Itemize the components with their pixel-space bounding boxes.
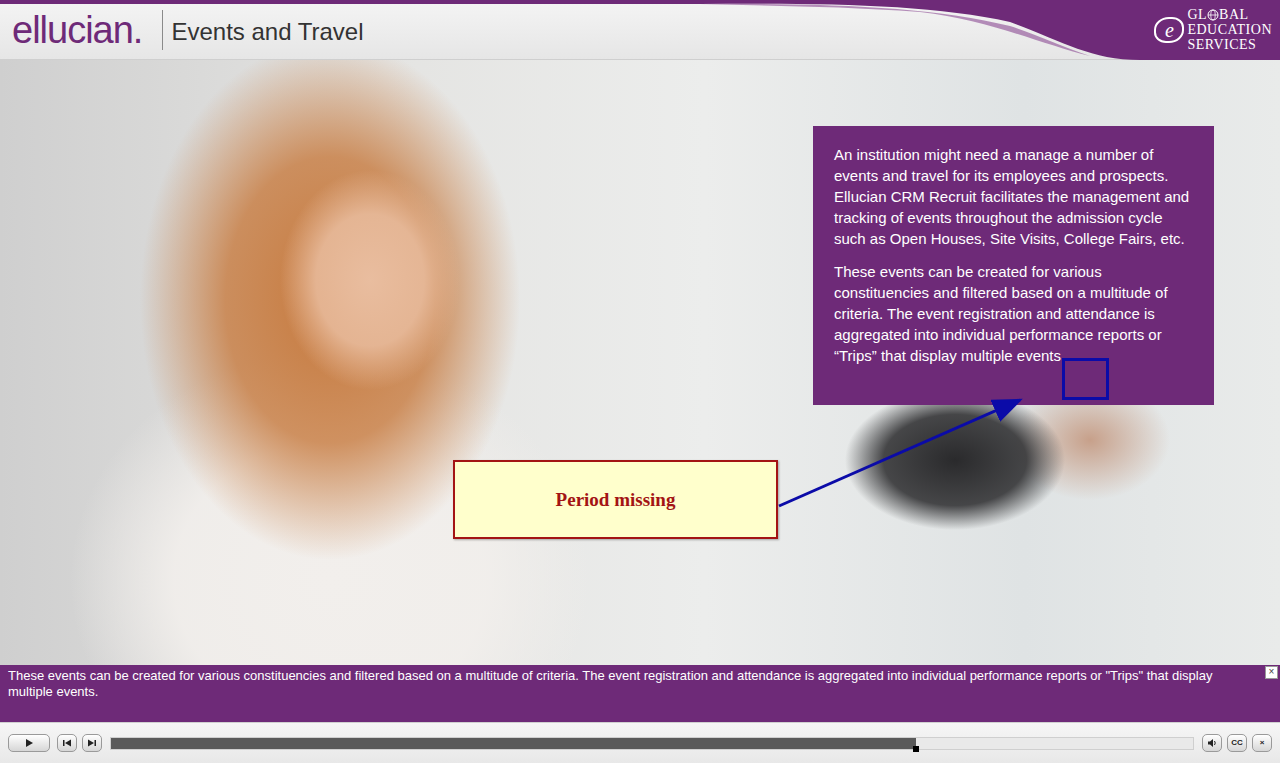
progress-track[interactable] (110, 737, 1194, 750)
play-button[interactable] (8, 734, 50, 752)
partner-line: EDUCATION (1187, 22, 1272, 37)
highlight-box (1062, 358, 1109, 400)
partner-line: SERVICES (1187, 37, 1272, 52)
caption-text: These events can be created for various … (8, 668, 1240, 700)
ellucian-logo: ellucian. (12, 7, 142, 52)
caption-bar: These events can be created for various … (0, 665, 1280, 722)
header: ellucian. Events and Travel eGLBALEDUCATIO… (0, 0, 1280, 60)
next-button[interactable] (82, 734, 102, 752)
slide-title: Events and Travel (171, 14, 363, 46)
panel-paragraph: These events can be created for various … (834, 261, 1194, 366)
speaker-icon (1207, 738, 1218, 748)
previous-button[interactable] (57, 734, 77, 752)
next-icon (87, 738, 97, 748)
progress-thumb[interactable] (913, 746, 919, 752)
annotation-callout: Period missing (453, 460, 778, 539)
annotation-arrow-icon (0, 60, 1280, 665)
control-button[interactable]: CC (1227, 734, 1247, 752)
slide-stage: An institution might need a manage a num… (0, 60, 1280, 665)
volume-button[interactable] (1202, 734, 1222, 752)
progress-fill (111, 738, 916, 749)
global-education-services-logo: eGLBALEDUCATIONSERVICES (1154, 7, 1272, 52)
player-window: ellucian. Events and Travel eGLBALEDUCATIO… (0, 0, 1280, 763)
panel-paragraph: An institution might need a manage a num… (834, 144, 1194, 249)
caption-close-button[interactable]: × (1265, 666, 1278, 679)
player-controls: CC × (0, 722, 1280, 763)
globe-icon (1207, 9, 1219, 21)
control-button[interactable]: × (1252, 734, 1272, 752)
text-panel: An institution might need a manage a num… (813, 126, 1214, 405)
partner-mark: e (1154, 17, 1184, 43)
header-divider (162, 10, 163, 50)
play-icon (24, 738, 34, 748)
partner-line: GLBAL (1187, 7, 1272, 22)
previous-icon (62, 738, 72, 748)
